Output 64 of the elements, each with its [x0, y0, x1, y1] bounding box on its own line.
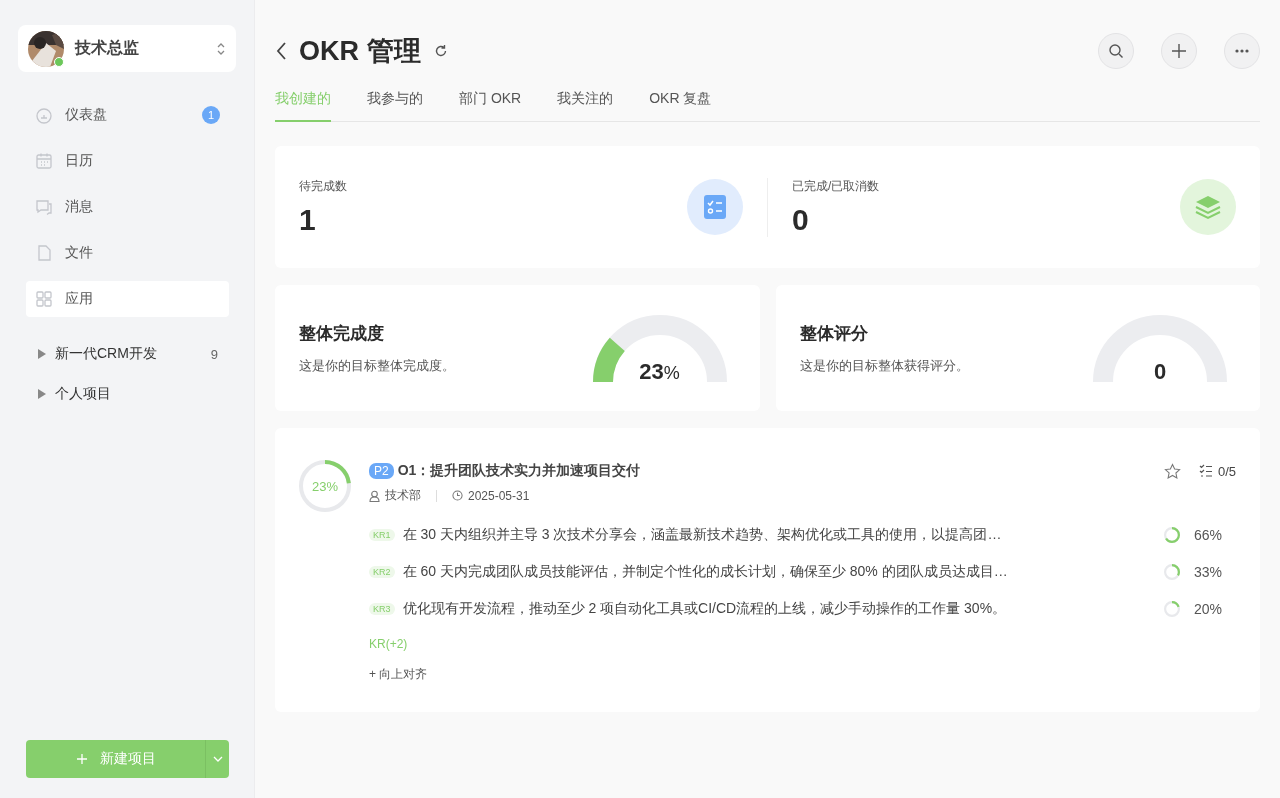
- kr-percent: 33%: [1194, 563, 1224, 580]
- grid-icon: [35, 290, 53, 308]
- stat-value: 1: [299, 202, 317, 237]
- kr-tag: KR1: [369, 528, 395, 541]
- more-icon: [1234, 49, 1250, 53]
- kr-percent: 66%: [1194, 526, 1224, 543]
- chat-icon: [35, 198, 53, 216]
- progress-value: 23%: [312, 478, 338, 494]
- search-icon: [1108, 43, 1124, 59]
- add-button[interactable]: [1161, 33, 1197, 69]
- chevron-down-icon: [212, 756, 223, 762]
- kr-tag: KR2: [369, 565, 395, 578]
- card-description: 这是你的目标整体完成度。: [299, 356, 456, 375]
- sidebar-item[interactable]: 日历: [26, 143, 229, 179]
- card-description: 这是你的目标整体获得评分。: [799, 356, 970, 375]
- project-item[interactable]: 新一代CRM开发 9: [18, 345, 236, 363]
- plus-icon: [1171, 43, 1187, 59]
- stat-value: 0: [792, 202, 810, 237]
- plus-icon: [74, 752, 89, 766]
- key-result-text[interactable]: 优化现有开发流程，推动至少 2 项自动化工具或CI/CD流程的上线，减少手动操作的工作量 30%。: [402, 599, 1156, 618]
- objective-title[interactable]: O1：提升团队技术实力并加速项目交付: [397, 462, 1160, 480]
- align-up-link[interactable]: + 向上对齐: [369, 666, 428, 683]
- file-icon: [35, 244, 53, 262]
- progress-ring: [1164, 563, 1180, 580]
- priority-tag: P2: [369, 463, 394, 479]
- card-title: 整体评分: [799, 322, 869, 345]
- tab[interactable]: 我参与的: [367, 84, 423, 122]
- department-label: 技术部: [385, 487, 421, 504]
- sidebar-item[interactable]: 仪表盘 1: [26, 97, 229, 133]
- sidebar-item[interactable]: 文件: [26, 235, 229, 271]
- kr-tag: KR3: [369, 602, 395, 615]
- project-count: 9: [210, 346, 218, 362]
- person-icon: [369, 489, 380, 502]
- progress-ring: [1164, 526, 1180, 543]
- gauge-icon: [35, 106, 53, 124]
- gauge-value: 23%: [638, 359, 681, 385]
- tab[interactable]: OKR 复盘: [649, 84, 712, 122]
- back-button[interactable]: [275, 41, 287, 61]
- project-item[interactable]: 个人项目: [18, 385, 236, 403]
- card-title: 整体完成度: [299, 322, 385, 345]
- clock-icon: [452, 490, 463, 501]
- tab[interactable]: 部门 OKR: [459, 84, 522, 122]
- key-result-text[interactable]: 在 30 天内组织并主导 3 次技术分享会，涵盖最新技术趋势、架构优化或工具的使用，以提高团…: [402, 525, 1156, 544]
- checklist-count: 0/5: [1198, 463, 1236, 479]
- workspace-switcher[interactable]: 技术总监: [18, 25, 236, 72]
- kr-percent: 20%: [1194, 600, 1224, 617]
- count-badge: 1: [202, 106, 220, 124]
- stat-label: 已完成/已取消数: [792, 177, 881, 195]
- sidebar-item[interactable]: 消息: [26, 189, 229, 225]
- search-button[interactable]: [1098, 33, 1134, 69]
- checklist-icon: [1198, 464, 1213, 478]
- tab[interactable]: 我关注的: [557, 84, 614, 122]
- sidebar-item[interactable]: 应用: [26, 281, 229, 317]
- progress-ring: [1164, 600, 1180, 617]
- progress-ring: [299, 460, 351, 512]
- star-button[interactable]: [1163, 462, 1181, 480]
- stat-label: 待完成数: [299, 177, 348, 195]
- layers-icon: [1180, 179, 1236, 235]
- page-title: OKR 管理: [299, 35, 421, 68]
- calendar-icon: [35, 152, 53, 170]
- due-date: 2025-05-31: [468, 488, 530, 503]
- gauge-value: 0: [1152, 359, 1168, 385]
- key-result-text[interactable]: 在 60 天内完成团队成员技能评估，并制定个性化的成长计划，确保至少 80% 的团队成员达成目…: [402, 562, 1156, 581]
- checklist-icon: [687, 179, 743, 235]
